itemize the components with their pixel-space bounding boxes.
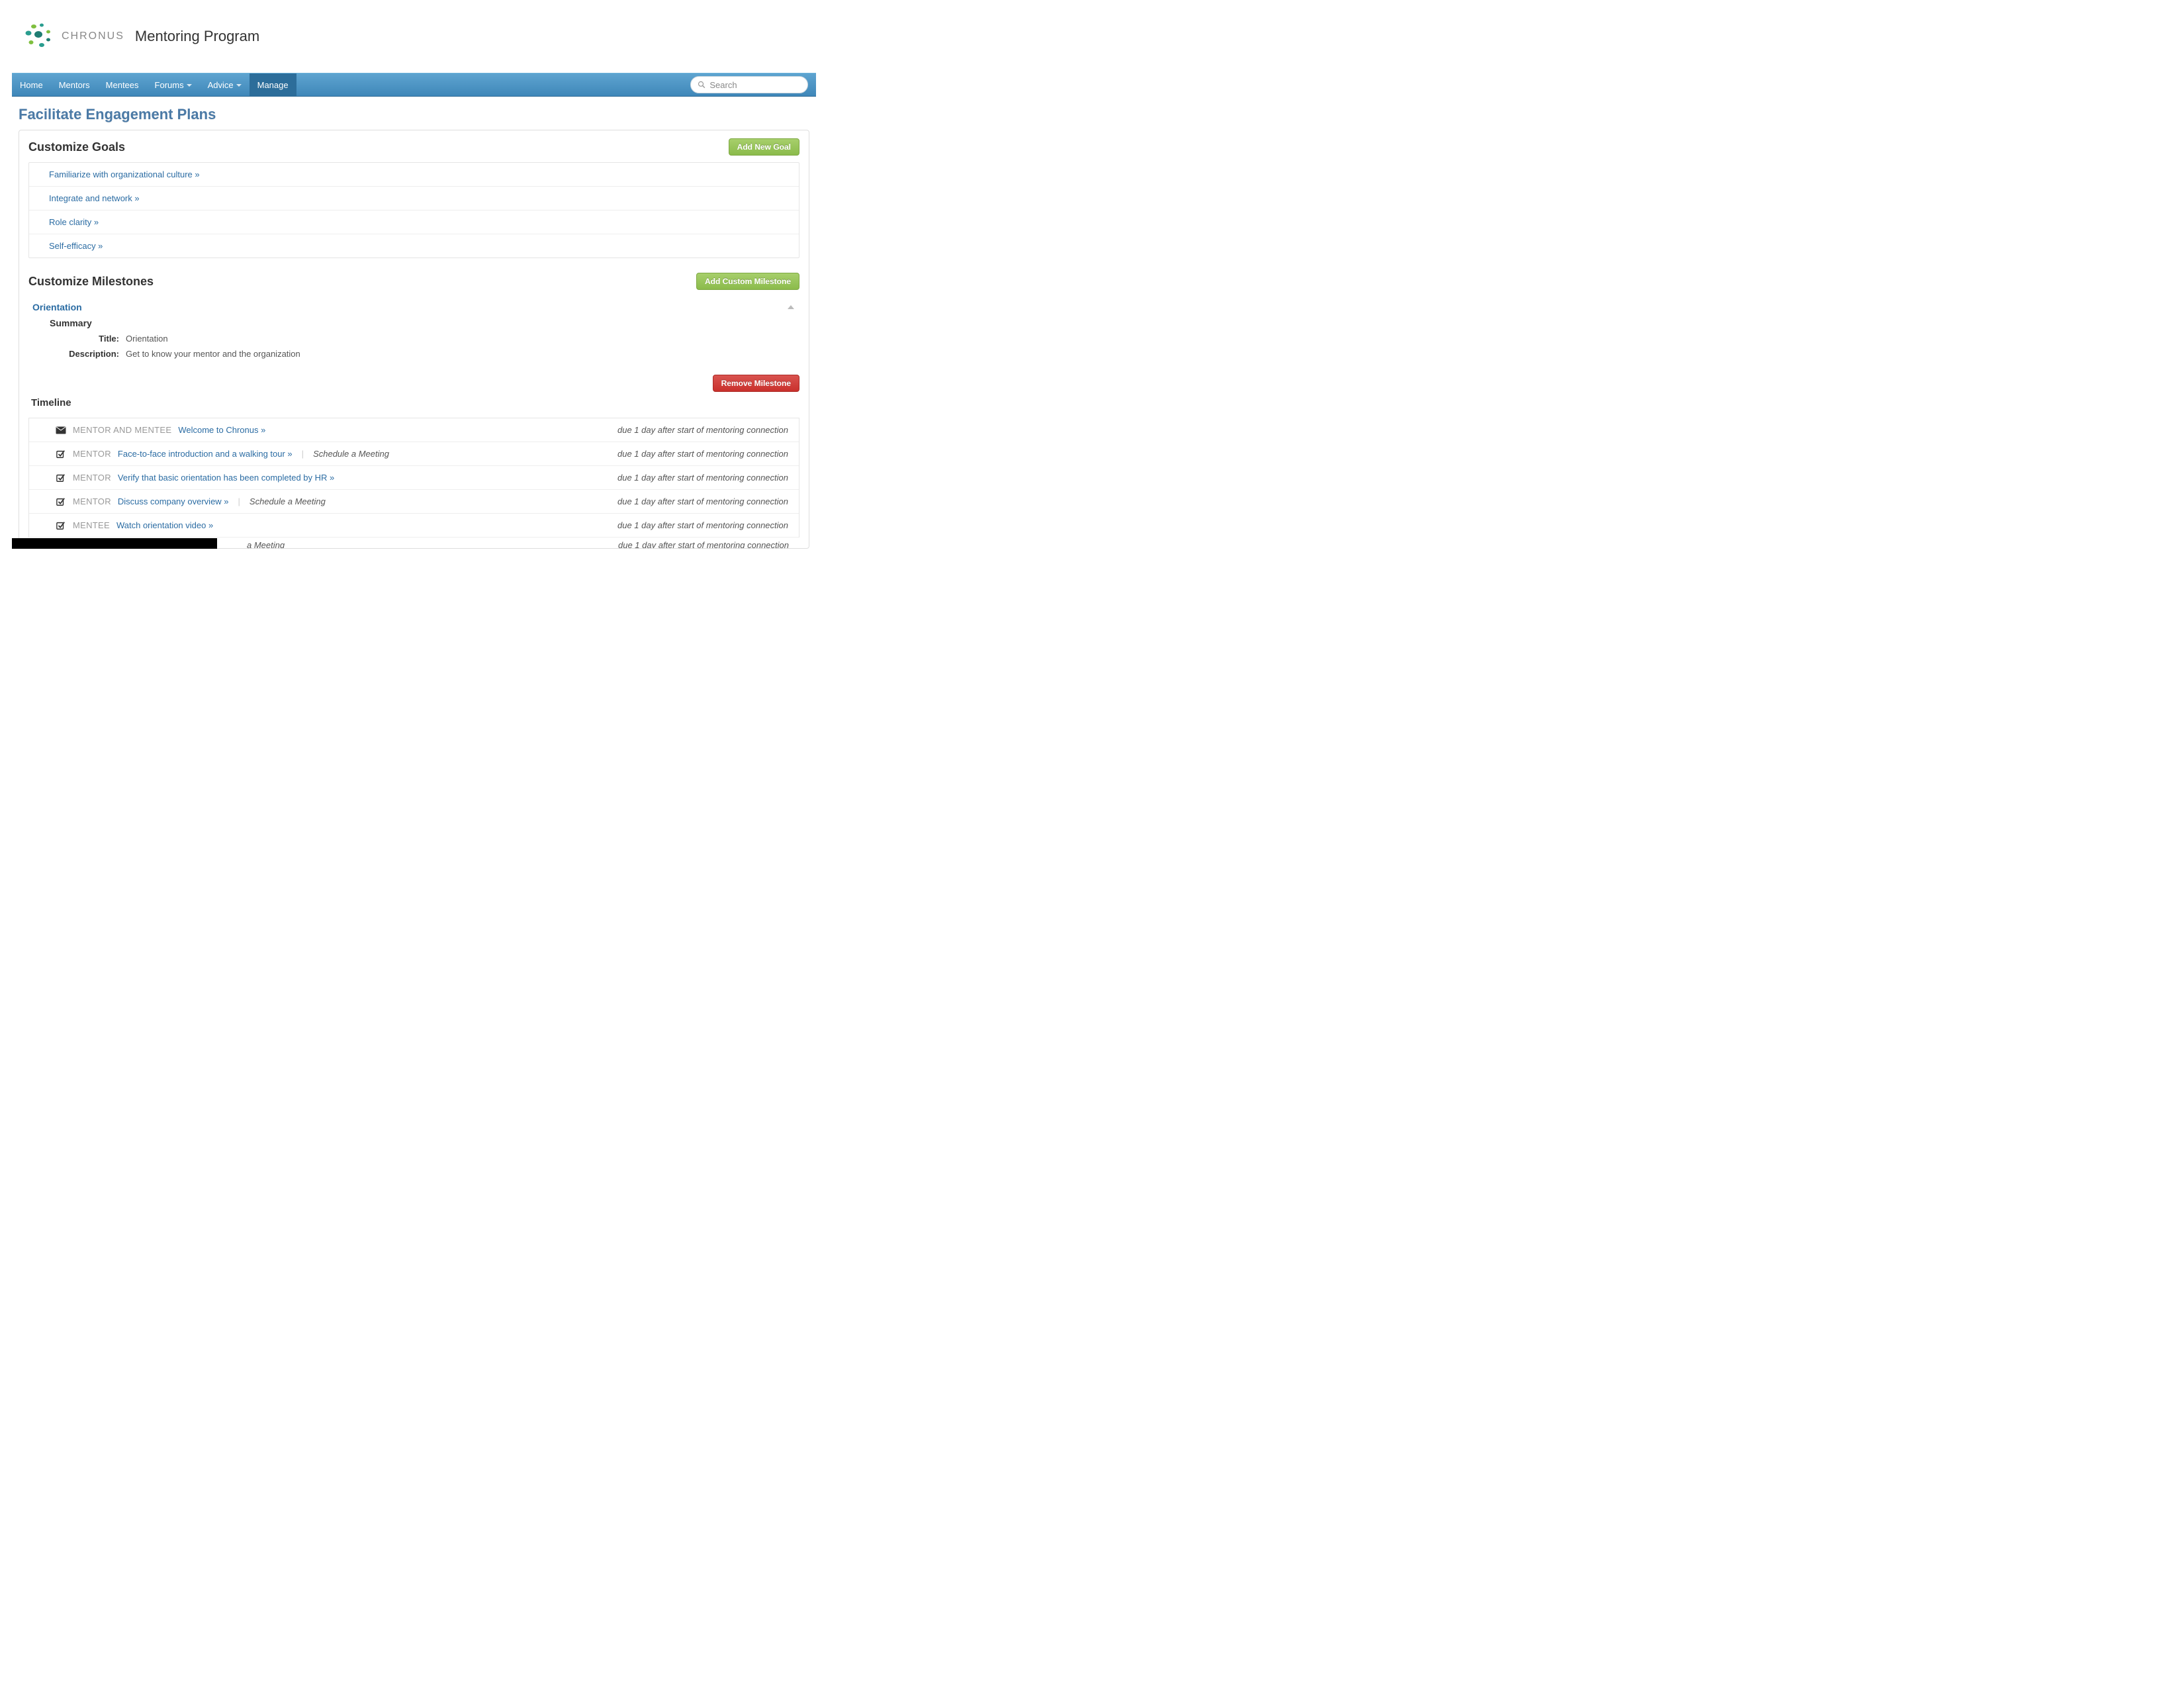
nav-item-mentees[interactable]: Mentees	[98, 73, 147, 96]
page-heading: Facilitate Engagement Plans	[12, 97, 816, 130]
timeline-due: due 1 day after start of mentoring conne…	[617, 473, 788, 483]
description-value: Get to know your mentor and the organiza…	[126, 349, 300, 359]
timeline-due: due 1 day after start of mentoring conne…	[617, 449, 788, 459]
timeline-due: due 1 day after start of mentoring conne…	[617, 520, 788, 530]
check-square-icon	[56, 521, 66, 530]
timeline-task-link[interactable]: Face-to-face introduction and a walking …	[118, 449, 293, 459]
description-label: Description:	[50, 349, 126, 359]
nav-item-label: Mentors	[59, 80, 90, 90]
nav-item-home[interactable]: Home	[12, 73, 51, 96]
envelope-icon	[56, 426, 66, 435]
separator: |	[238, 496, 240, 506]
goals-list: Familiarize with organizational culture …	[28, 162, 799, 258]
redaction-bar	[12, 538, 217, 549]
header: CHRONUS Mentoring Program	[12, 0, 816, 73]
search-input[interactable]	[709, 80, 801, 90]
collapse-icon[interactable]	[788, 305, 794, 309]
summary-heading: Summary	[50, 318, 799, 328]
timeline-role: MENTOR AND MENTEE	[73, 425, 171, 435]
nav-item-label: Manage	[257, 80, 289, 90]
separator: |	[302, 449, 304, 459]
milestone-name[interactable]: Orientation	[32, 302, 82, 312]
title-label: Title:	[50, 334, 126, 344]
goal-item[interactable]: Role clarity »	[29, 211, 799, 234]
timeline-role: MENTOR	[73, 473, 111, 483]
remove-milestone-button[interactable]: Remove Milestone	[713, 375, 799, 392]
chevron-down-icon	[187, 84, 192, 87]
check-square-icon	[56, 449, 66, 459]
goal-item[interactable]: Integrate and network »	[29, 187, 799, 211]
chronus-logo-icon	[22, 20, 55, 53]
timeline-due: due 1 day after start of mentoring conne…	[618, 540, 789, 548]
goals-section-title: Customize Goals	[28, 140, 125, 154]
timeline-task-link[interactable]: Watch orientation video »	[116, 520, 213, 530]
nav-item-advice[interactable]: Advice	[200, 73, 250, 96]
check-square-icon	[56, 497, 66, 506]
nav-item-label: Mentees	[106, 80, 139, 90]
chevron-down-icon	[236, 84, 242, 87]
timeline-role: MENTOR	[73, 449, 111, 459]
search-box[interactable]	[690, 76, 808, 93]
goal-item[interactable]: Familiarize with organizational culture …	[29, 163, 799, 187]
add-goal-button[interactable]: Add New Goal	[729, 138, 799, 156]
goal-item[interactable]: Self-efficacy »	[29, 234, 799, 258]
nav-item-label: Forums	[155, 80, 184, 90]
title-value: Orientation	[126, 334, 168, 344]
nav-item-label: Home	[20, 80, 43, 90]
brand-name: CHRONUS	[62, 30, 124, 42]
timeline-item: MENTEE Watch orientation video » due 1 day…	[29, 514, 799, 538]
timeline-due: due 1 day after start of mentoring conne…	[617, 496, 788, 506]
timeline-item: MENTOR Verify that basic orientation has …	[29, 466, 799, 490]
timeline-action[interactable]: Schedule a Meeting	[250, 496, 326, 506]
timeline-item: MENTOR Face-to-face introduction and a wa…	[29, 442, 799, 466]
timeline-action[interactable]: Schedule a Meeting	[313, 449, 389, 459]
timeline-heading: Timeline	[31, 397, 799, 408]
timeline-task-link[interactable]: Verify that basic orientation has been c…	[118, 473, 334, 483]
timeline-role: MENTEE	[73, 520, 110, 530]
nav-item-manage[interactable]: Manage	[250, 73, 296, 96]
navbar: Home Mentors Mentees Forums Advice Manage	[12, 73, 816, 97]
add-milestone-button[interactable]: Add Custom Milestone	[696, 273, 799, 290]
main-panel: Customize Goals Add New Goal Familiarize…	[19, 130, 809, 549]
timeline-item: MENTOR AND MENTEE Welcome to Chronus » due…	[29, 418, 799, 442]
milestones-section-title: Customize Milestones	[28, 275, 154, 289]
nav-item-label: Advice	[208, 80, 234, 90]
program-title: Mentoring Program	[135, 28, 259, 45]
timeline-role: MENTOR	[73, 496, 111, 506]
nav-item-mentors[interactable]: Mentors	[51, 73, 98, 96]
timeline-action: a Meeting	[247, 540, 285, 548]
search-icon	[698, 80, 705, 89]
check-square-icon	[56, 473, 66, 483]
nav-item-forums[interactable]: Forums	[147, 73, 200, 96]
timeline-due: due 1 day after start of mentoring conne…	[617, 425, 788, 435]
timeline-task-link[interactable]: Discuss company overview »	[118, 496, 229, 506]
timeline-task-link[interactable]: Welcome to Chronus »	[178, 425, 265, 435]
timeline-item: MENTOR Discuss company overview » | Schedul…	[29, 490, 799, 514]
timeline-list: MENTOR AND MENTEE Welcome to Chronus » due…	[28, 418, 799, 538]
logo: CHRONUS	[22, 20, 124, 53]
